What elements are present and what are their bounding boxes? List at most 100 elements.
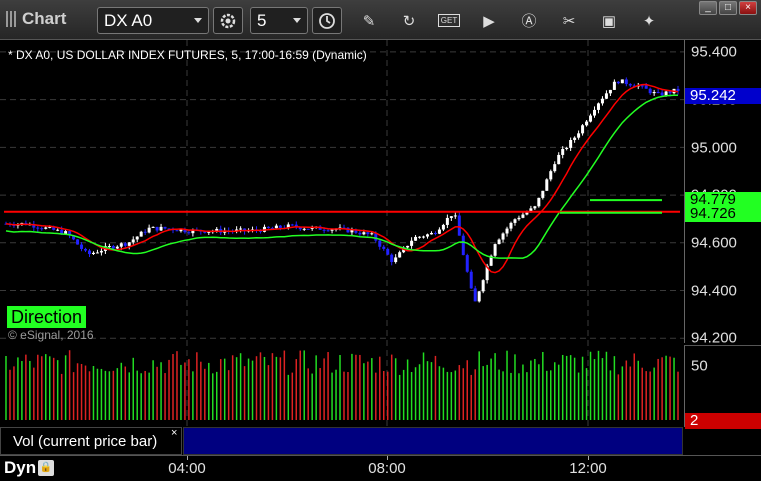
candle-body [596,103,600,110]
candle-body [322,229,326,231]
candle-body [648,88,652,94]
y-tick: 94.200 [691,329,737,347]
candle-body [457,215,461,236]
price-chart[interactable] [0,0,761,481]
candle-body [561,149,565,155]
candle-body [123,243,127,246]
candle-body [549,171,553,180]
candle-body [465,255,469,272]
volume-close-icon[interactable]: × [171,427,177,439]
candle-body [509,222,513,229]
candle-body [449,216,453,218]
candle-body [628,84,632,86]
candle-body [565,147,569,150]
volume-axis[interactable]: 50 2 [684,345,761,429]
candle-body [99,250,103,253]
candle-body [135,236,139,240]
y-tick: 95.000 [691,139,737,157]
candle-body [644,85,648,89]
candle-body [441,224,445,230]
candle-body [163,226,167,229]
volume-legend: Vol (current price bar) [0,427,182,455]
last-price-tag: 95.242 [685,88,761,104]
candle-body [513,219,517,223]
candle-body [266,226,270,228]
candle-body [537,197,541,207]
candle-body [589,115,593,122]
time-axis[interactable]: Dyn 🔒 04:00 08:00 12:00 [0,455,761,481]
candle-body [608,89,612,94]
candle-body [577,133,581,138]
candle-body [593,109,597,116]
candle-body [290,224,294,226]
candle-body [175,230,179,232]
candle-body [107,246,111,248]
candle-body [517,217,521,220]
candle-body [425,234,429,237]
candle-body [660,92,664,96]
candle-body [414,236,418,241]
candle-body [620,79,624,84]
candle-body [187,232,191,234]
candle-body [386,248,390,255]
candle-body [469,271,473,289]
candle-body [569,139,573,148]
candle-body [326,230,330,232]
y-tick: 94.400 [691,282,737,300]
candle-body [358,232,362,235]
candle-body [573,137,577,140]
candle-body [410,240,414,246]
candle-body [437,229,441,234]
green-trail-line [5,94,679,259]
dynamic-mode[interactable]: Dyn 🔒 [4,458,55,478]
candle-body [616,81,620,84]
candle-body [119,243,123,247]
green-lower-tag: 94.726 [685,206,761,222]
y-tick: 94.600 [691,234,737,252]
candle-body [668,91,672,94]
candle-body [461,235,465,256]
candle-body [155,226,159,231]
candle-body [553,164,557,172]
volume-scroll-area[interactable] [183,427,683,455]
candle-body [418,236,422,238]
y-tick: 95.400 [691,43,737,61]
candle-body [394,257,398,263]
candle-body [676,88,680,91]
candle-body [398,252,402,258]
candle-body [505,228,509,234]
candle-body [493,244,497,256]
candle-body [477,291,481,302]
lock-icon[interactable]: 🔒 [38,460,55,476]
candle-body [147,227,151,233]
volume-last-tag: 2 [685,413,761,429]
candle-body [378,240,382,247]
candle-body [557,154,561,165]
candle-body [612,81,616,90]
candle-body [306,228,310,230]
candle-body [382,246,386,249]
candle-body [541,190,545,198]
candle-body [501,233,505,240]
copyright-text: © eSignal, 2016 [8,328,94,342]
candle-body [445,217,449,225]
candle-body [422,236,426,238]
candle-body [366,232,370,235]
candle-body [640,85,644,87]
volume-tick: 50 [691,357,708,375]
candle-body [44,227,48,229]
candle-body [36,227,40,229]
candle-body [664,91,668,96]
red-ma-line [5,83,679,274]
candle-body [533,206,537,209]
candle-body [302,228,306,230]
candle-body [453,215,457,217]
candle-body [115,246,119,249]
candle-body [84,248,88,251]
price-axis[interactable]: 95.400 95.200 95.000 94.800 94.600 94.40… [684,40,761,347]
candle-body [159,226,163,231]
candle-body [362,232,366,235]
dynamic-mode-label: Dyn [4,458,37,477]
candle-body [600,98,604,104]
candle-body [95,252,99,254]
